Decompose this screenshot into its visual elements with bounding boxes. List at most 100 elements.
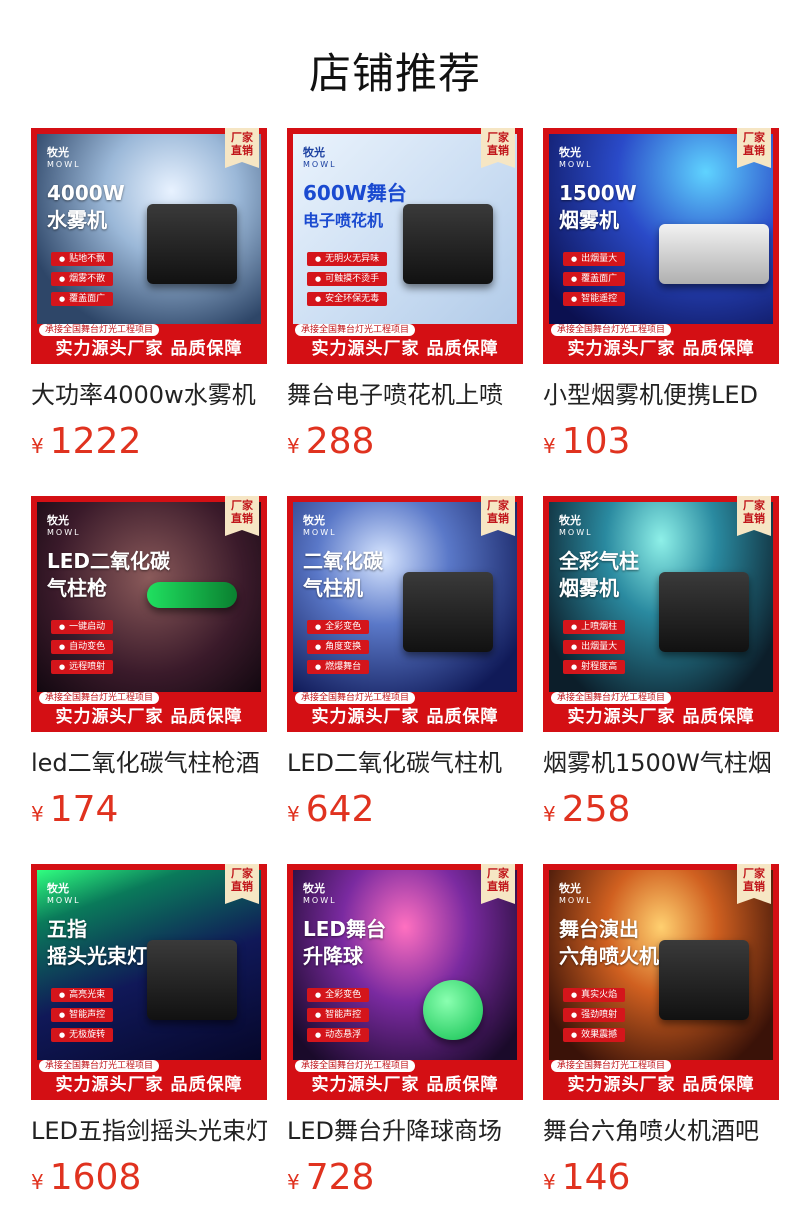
feature-tag: 动态悬浮 bbox=[307, 1028, 370, 1042]
price-value: 146 bbox=[561, 1157, 631, 1198]
brand-cn: 牧光 bbox=[559, 146, 581, 159]
brand-cn: 牧光 bbox=[47, 146, 69, 159]
product-card[interactable]: 牧光MOWL 1500W 烟雾机出烟量大覆盖面广智能遥控 厂家直销承接全国舞台灯光工程… bbox=[543, 128, 779, 464]
price-value: 174 bbox=[49, 789, 119, 830]
product-image[interactable]: 牧光MOWL 600W舞台电子喷花机无明火无异味可触摸不烫手安全环保无毒 厂家直销承… bbox=[287, 128, 523, 364]
brand-logo: 牧光 MOWL bbox=[559, 512, 593, 537]
headline-line-2: 电子喷花机 bbox=[303, 211, 384, 230]
feature-tag: 贴地不飘 bbox=[51, 252, 114, 266]
brand-en: MOWL bbox=[559, 528, 593, 537]
product-image[interactable]: 牧光MOWL 4000W 水雾机贴地不飘烟雾不散覆盖面广 厂家直销承接全国舞台灯光工程… bbox=[31, 128, 267, 364]
service-tagline: 承接全国舞台灯光工程项目 bbox=[39, 324, 160, 336]
brand-logo: 牧光 MOWL bbox=[47, 144, 81, 169]
factory-direct-badge: 厂家 直销 bbox=[225, 496, 259, 536]
feature-list: 一键启动自动变色远程喷射 bbox=[51, 620, 114, 680]
product-card[interactable]: 牧光MOWL 五指摇头光束灯高亮光束智能声控无极旋转 厂家直销承接全国舞台灯光工程项… bbox=[31, 864, 267, 1200]
brand-logo: 牧光 MOWL bbox=[559, 880, 593, 905]
service-tagline: 承接全国舞台灯光工程项目 bbox=[551, 692, 672, 704]
product-image[interactable]: 牧光MOWL 1500W 烟雾机出烟量大覆盖面广智能遥控 厂家直销承接全国舞台灯光工程… bbox=[543, 128, 779, 364]
price-value: 728 bbox=[305, 1157, 375, 1198]
brand-en: MOWL bbox=[47, 528, 81, 537]
product-price: ¥288 bbox=[287, 420, 523, 464]
feature-tag: 角度变换 bbox=[307, 640, 370, 654]
brand-cn: 牧光 bbox=[559, 514, 581, 527]
headline-line-1: 4000W bbox=[47, 181, 125, 205]
promo-headline: 二氧化碳 气柱机 bbox=[303, 548, 383, 602]
brand-cn: 牧光 bbox=[47, 882, 69, 895]
product-image[interactable]: 牧光MOWL LED二氧化碳气柱枪一键启动自动变色远程喷射 厂家直销承接全国舞台灯光… bbox=[31, 496, 267, 732]
product-name[interactable]: 烟雾机1500W气柱烟 bbox=[543, 746, 779, 780]
promo-headline: 舞台演出 六角喷火机 bbox=[559, 916, 659, 970]
product-name[interactable]: led二氧化碳气柱枪酒 bbox=[31, 746, 267, 780]
feature-tag: 可触摸不烫手 bbox=[307, 272, 388, 286]
promo-headline: 4000W 水雾机 bbox=[47, 180, 125, 234]
product-name[interactable]: LED二氧化碳气柱机 bbox=[287, 746, 523, 780]
product-image[interactable]: 牧光MOWL 全彩气柱烟雾机上喷烟柱出烟量大射程度高 厂家直销承接全国舞台灯光工程项… bbox=[543, 496, 779, 732]
product-device-illustration bbox=[403, 572, 493, 652]
product-price: ¥642 bbox=[287, 788, 523, 832]
price-value: 1608 bbox=[49, 1157, 142, 1198]
feature-tag: 出烟量大 bbox=[563, 640, 626, 654]
product-price: ¥728 bbox=[287, 1156, 523, 1200]
feature-list: 出烟量大覆盖面广智能遥控 bbox=[563, 252, 626, 312]
headline-line-1: 五指 bbox=[47, 917, 87, 941]
service-tagline: 承接全国舞台灯光工程项目 bbox=[39, 1060, 160, 1072]
service-tagline: 承接全国舞台灯光工程项目 bbox=[295, 692, 416, 704]
feature-tag: 智能遥控 bbox=[563, 292, 626, 306]
brand-en: MOWL bbox=[47, 160, 81, 169]
headline-line-2: 烟雾机 bbox=[559, 208, 619, 232]
currency-symbol: ¥ bbox=[287, 802, 300, 826]
service-tagline: 承接全国舞台灯光工程项目 bbox=[295, 1060, 416, 1072]
product-name[interactable]: LED五指剑摇头光束灯 bbox=[31, 1114, 267, 1148]
feature-tag: 全彩变色 bbox=[307, 988, 370, 1002]
product-name[interactable]: 舞台电子喷花机上喷 bbox=[287, 378, 523, 412]
brand-cn: 牧光 bbox=[303, 514, 325, 527]
price-value: 288 bbox=[305, 421, 375, 462]
feature-tag: 一键启动 bbox=[51, 620, 114, 634]
feature-tag: 强劲喷射 bbox=[563, 1008, 626, 1022]
headline-line-2: 六角喷火机 bbox=[559, 944, 659, 968]
price-value: 103 bbox=[561, 421, 631, 462]
promo-headline: 1500W 烟雾机 bbox=[559, 180, 637, 234]
quality-banner: 实力源头厂家 品质保障 bbox=[31, 1070, 267, 1100]
brand-cn: 牧光 bbox=[47, 514, 69, 527]
product-card[interactable]: 牧光MOWL 舞台演出六角喷火机真实火焰强劲喷射效果震撼 厂家直销承接全国舞台灯光工… bbox=[543, 864, 779, 1200]
product-name[interactable]: 大功率4000w水雾机 bbox=[31, 378, 267, 412]
feature-list: 上喷烟柱出烟量大射程度高 bbox=[563, 620, 626, 680]
brand-logo: 牧光 MOWL bbox=[303, 144, 337, 169]
feature-list: 贴地不飘烟雾不散覆盖面广 bbox=[51, 252, 114, 312]
factory-direct-badge: 厂家 直销 bbox=[481, 864, 515, 904]
promo-headline: LED舞台 升降球 bbox=[303, 916, 386, 970]
feature-tag: 覆盖面广 bbox=[563, 272, 626, 286]
product-image[interactable]: 牧光MOWL LED舞台升降球全彩变色智能声控动态悬浮 厂家直销承接全国舞台灯光工程… bbox=[287, 864, 523, 1100]
factory-direct-badge: 厂家 直销 bbox=[737, 128, 771, 168]
product-price: ¥103 bbox=[543, 420, 779, 464]
product-price: ¥1222 bbox=[31, 420, 267, 464]
brand-logo: 牧光 MOWL bbox=[303, 880, 337, 905]
price-value: 642 bbox=[305, 789, 375, 830]
product-card[interactable]: 牧光MOWL 600W舞台电子喷花机无明火无异味可触摸不烫手安全环保无毒 厂家直销承… bbox=[287, 128, 523, 464]
product-card[interactable]: 牧光MOWL 4000W 水雾机贴地不飘烟雾不散覆盖面广 厂家直销承接全国舞台灯光工程… bbox=[31, 128, 267, 464]
product-card[interactable]: 牧光MOWL LED二氧化碳气柱枪一键启动自动变色远程喷射 厂家直销承接全国舞台灯光… bbox=[31, 496, 267, 832]
feature-tag: 远程喷射 bbox=[51, 660, 114, 674]
factory-direct-badge: 厂家 直销 bbox=[737, 864, 771, 904]
product-card[interactable]: 牧光MOWL LED舞台升降球全彩变色智能声控动态悬浮 厂家直销承接全国舞台灯光工程… bbox=[287, 864, 523, 1200]
brand-cn: 牧光 bbox=[303, 146, 325, 159]
product-image[interactable]: 牧光MOWL 五指摇头光束灯高亮光束智能声控无极旋转 厂家直销承接全国舞台灯光工程项… bbox=[31, 864, 267, 1100]
product-image[interactable]: 牧光MOWL 舞台演出六角喷火机真实火焰强劲喷射效果震撼 厂家直销承接全国舞台灯光工… bbox=[543, 864, 779, 1100]
feature-list: 全彩变色智能声控动态悬浮 bbox=[307, 988, 370, 1048]
currency-symbol: ¥ bbox=[543, 434, 556, 458]
product-name[interactable]: 舞台六角喷火机酒吧 bbox=[543, 1114, 779, 1148]
product-card[interactable]: 牧光MOWL 二氧化碳气柱机全彩变色角度变换燃爆舞台 厂家直销承接全国舞台灯光工程项… bbox=[287, 496, 523, 832]
feature-tag: 安全环保无毒 bbox=[307, 292, 388, 306]
feature-list: 真实火焰强劲喷射效果震撼 bbox=[563, 988, 626, 1048]
currency-symbol: ¥ bbox=[31, 434, 44, 458]
product-name[interactable]: LED舞台升降球商场 bbox=[287, 1114, 523, 1148]
quality-banner: 实力源头厂家 品质保障 bbox=[31, 702, 267, 732]
quality-banner: 实力源头厂家 品质保障 bbox=[287, 702, 523, 732]
product-name[interactable]: 小型烟雾机便携LED bbox=[543, 378, 779, 412]
service-tagline: 承接全国舞台灯光工程项目 bbox=[295, 324, 416, 336]
currency-symbol: ¥ bbox=[543, 1170, 556, 1194]
product-image[interactable]: 牧光MOWL 二氧化碳气柱机全彩变色角度变换燃爆舞台 厂家直销承接全国舞台灯光工程项… bbox=[287, 496, 523, 732]
product-card[interactable]: 牧光MOWL 全彩气柱烟雾机上喷烟柱出烟量大射程度高 厂家直销承接全国舞台灯光工程项… bbox=[543, 496, 779, 832]
